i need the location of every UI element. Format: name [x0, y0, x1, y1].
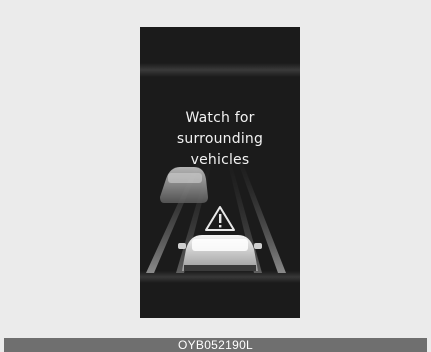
bottom-band — [140, 271, 300, 283]
warning-triangle-icon — [205, 206, 235, 231]
road-scene — [140, 63, 300, 283]
warning-message: Watch for surrounding vehicles — [140, 108, 300, 171]
message-line-3: vehicles — [190, 152, 250, 168]
cluster-display: Watch for surrounding vehicles — [140, 27, 300, 318]
top-band — [140, 63, 300, 77]
vehicle-left-rear-icon — [160, 167, 208, 203]
message-line-1: Watch for — [185, 110, 255, 126]
message-line-2: surrounding — [176, 131, 264, 147]
own-vehicle-icon — [178, 235, 262, 271]
figure-caption: OYB052190L — [4, 338, 427, 352]
